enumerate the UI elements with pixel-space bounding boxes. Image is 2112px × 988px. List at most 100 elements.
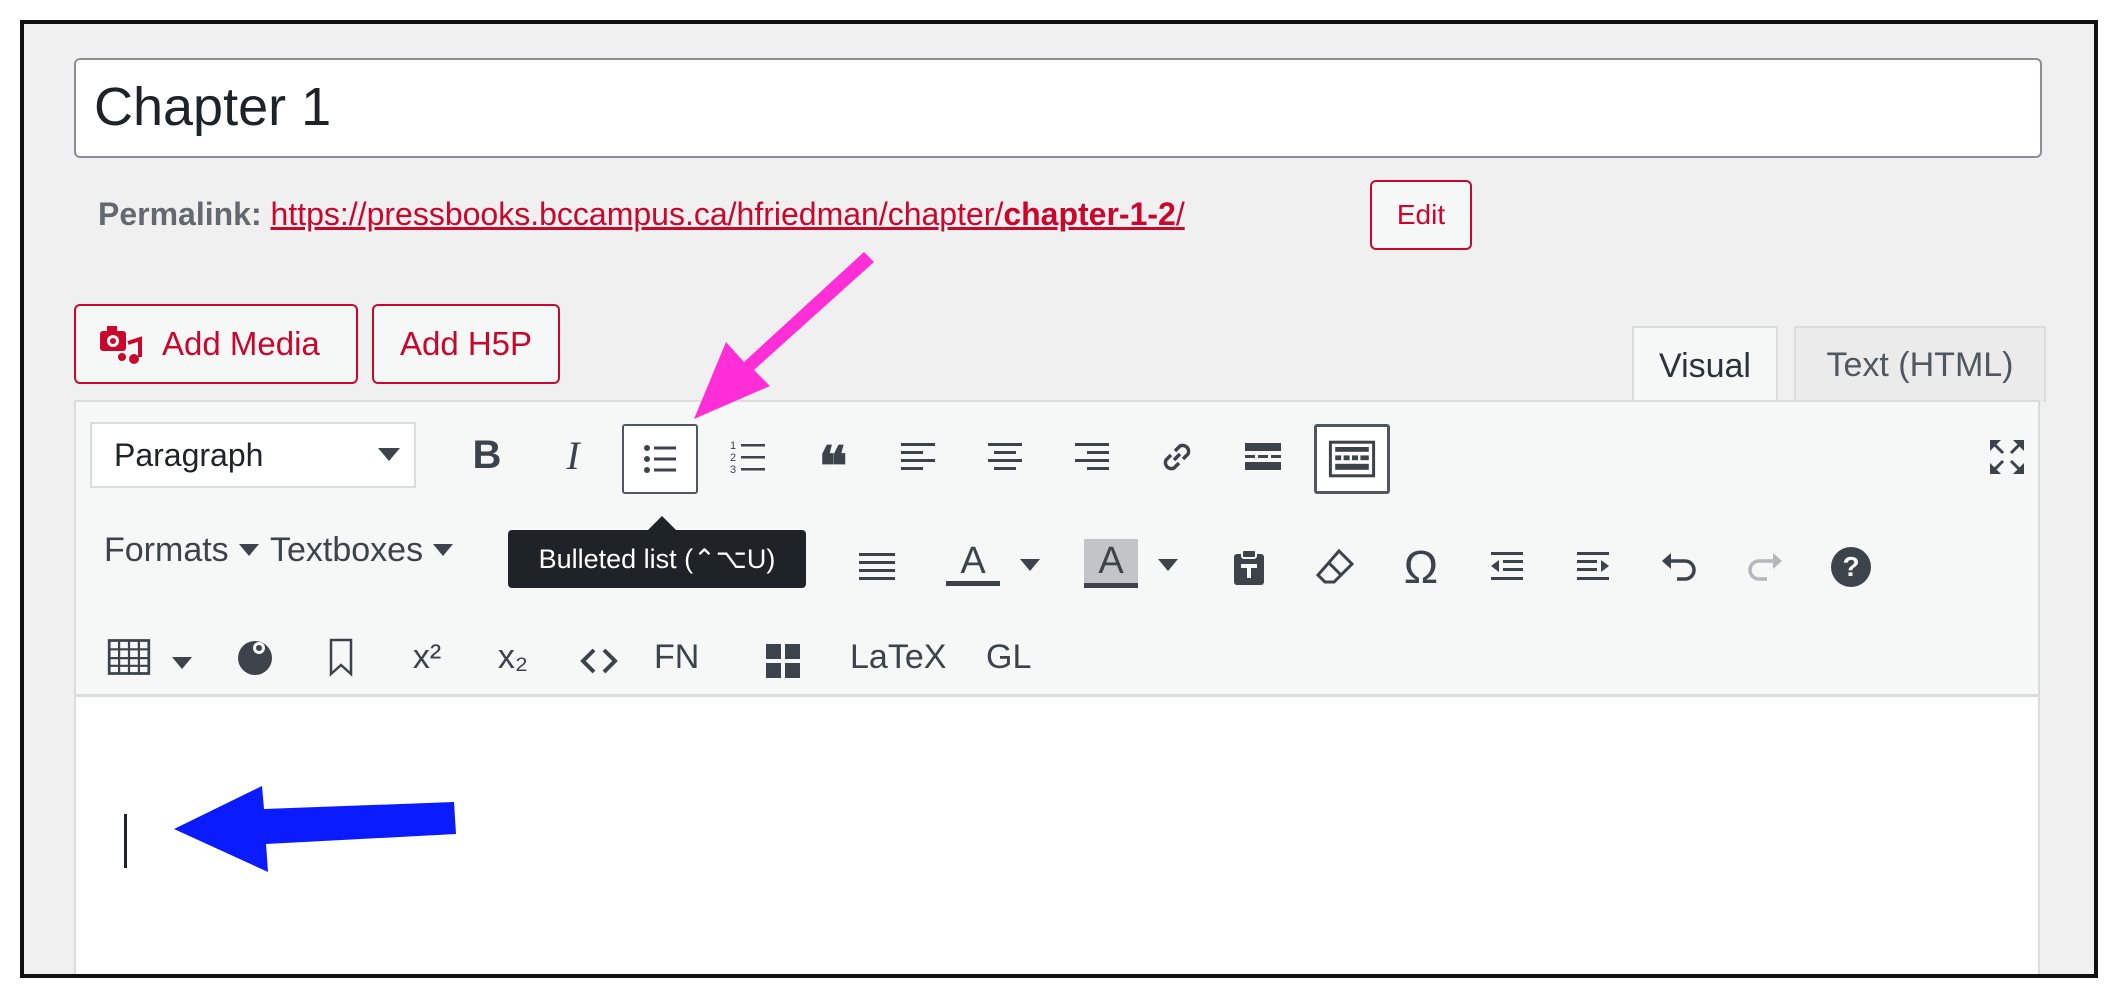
background-color-icon: A <box>1084 538 1138 583</box>
toolbar-toggle-button[interactable] <box>1314 424 1390 494</box>
text-color-swatch <box>946 580 1000 586</box>
add-h5p-button[interactable]: Add H5P <box>372 304 560 384</box>
background-color-swatch <box>1084 582 1138 588</box>
latex-button[interactable]: LaTeX <box>850 628 946 686</box>
tooltip-arrow <box>648 516 676 530</box>
permalink-url-prefix: https://pressbooks.bccampus.ca/hfriedman… <box>270 196 1004 232</box>
svg-text:3: 3 <box>730 464 736 476</box>
textboxes-menu[interactable]: Textboxes <box>270 520 454 580</box>
anchor-button[interactable] <box>312 628 370 686</box>
svg-text:1: 1 <box>730 440 736 452</box>
omega-icon: Ω <box>1403 541 1439 593</box>
undo-button[interactable] <box>1650 538 1708 596</box>
superscript-button[interactable]: x² <box>398 628 456 686</box>
clipboard-icon <box>1234 549 1264 585</box>
bulleted-list-icon <box>644 445 676 473</box>
background-color-dropdown[interactable] <box>1158 558 1178 576</box>
code-icon <box>580 648 618 674</box>
blue-annotation-arrow <box>174 786 456 872</box>
table-button[interactable] <box>100 628 158 686</box>
post-title-text: Chapter 1 <box>94 77 332 137</box>
bold-icon: B <box>472 432 502 477</box>
footnote-label: FN <box>654 637 700 676</box>
clear-formatting-button[interactable] <box>1306 538 1364 596</box>
align-center-icon <box>988 443 1022 470</box>
outdent-button[interactable] <box>1478 538 1536 596</box>
glossary-button[interactable]: GL <box>986 628 1031 686</box>
table-dropdown[interactable] <box>172 656 192 674</box>
align-left-button[interactable] <box>890 428 948 486</box>
fullscreen-icon <box>1990 440 2024 474</box>
bold-button[interactable]: B <box>458 426 516 484</box>
palette-icon <box>238 641 272 675</box>
italic-icon: I <box>566 432 580 478</box>
align-center-button[interactable] <box>976 428 1034 486</box>
chevron-down-icon <box>1020 559 1040 571</box>
quote-icon: ❝ <box>818 436 848 497</box>
bookmark-icon <box>329 638 353 677</box>
format-select[interactable]: Paragraph <box>90 422 416 488</box>
chevron-down-icon <box>378 448 400 461</box>
outdent-icon <box>1491 552 1523 580</box>
svg-text:2: 2 <box>730 452 736 464</box>
table-icon <box>107 639 151 675</box>
edit-permalink-button[interactable]: Edit <box>1370 180 1472 250</box>
chevron-down-icon <box>172 657 192 669</box>
color-picker-button[interactable] <box>226 628 284 686</box>
bulleted-list-tooltip: Bulleted list (⌃⌥U) <box>508 530 806 588</box>
post-title-input[interactable] <box>74 58 2042 158</box>
numbered-list-button[interactable]: 123 <box>720 428 778 486</box>
textboxes-menu-label: Textboxes <box>270 530 424 569</box>
add-media-label: Add Media <box>162 325 320 362</box>
formats-menu[interactable]: Formats <box>104 520 259 580</box>
permalink-label: Permalink: <box>98 196 262 232</box>
permalink-url-suffix: / <box>1175 196 1185 232</box>
redo-button[interactable] <box>1736 538 1794 596</box>
footnote-button[interactable]: FN <box>654 628 699 686</box>
pink-annotation-arrow <box>694 252 874 419</box>
justify-icon <box>859 553 895 580</box>
insert-link-button[interactable] <box>1148 428 1206 486</box>
italic-button[interactable]: I <box>544 426 602 484</box>
permalink: Permalink: https://pressbooks.bccampus.c… <box>98 196 1185 233</box>
undo-icon <box>1662 553 1696 581</box>
keyboard-icon <box>1328 440 1376 478</box>
permalink-slug: chapter-1-2 <box>1003 196 1176 232</box>
chevron-down-icon <box>238 544 259 556</box>
chevron-down-icon <box>433 544 454 556</box>
align-left-icon <box>901 443 935 470</box>
add-media-button[interactable]: Add Media <box>74 304 358 384</box>
help-icon: ? <box>1831 547 1871 587</box>
keyboard-shortcuts-button[interactable]: ? <box>1822 538 1880 596</box>
subscript-button[interactable]: x₂ <box>484 628 542 686</box>
glossary-label: GL <box>986 637 1032 676</box>
read-more-button[interactable] <box>1234 428 1292 486</box>
fullscreen-button[interactable] <box>1978 428 2036 486</box>
align-right-icon <box>1075 443 1109 470</box>
numbered-list-icon: 123 <box>730 440 765 476</box>
paste-as-text-button[interactable] <box>1220 538 1278 596</box>
grid-layout-button[interactable] <box>754 632 812 690</box>
eraser-icon <box>1315 548 1355 584</box>
background-color-button[interactable]: A <box>1082 534 1140 592</box>
align-right-button[interactable] <box>1062 428 1120 486</box>
link-icon <box>1163 443 1191 471</box>
text-color-dropdown[interactable] <box>1020 558 1040 576</box>
blockquote-button[interactable]: ❝ <box>804 428 862 497</box>
tab-visual[interactable]: Visual <box>1632 326 1778 404</box>
superscript-icon: x² <box>412 637 442 676</box>
indent-button[interactable] <box>1564 538 1622 596</box>
text-color-button[interactable]: A <box>944 534 1002 592</box>
code-button[interactable] <box>570 632 628 690</box>
subscript-icon: x₂ <box>497 637 529 676</box>
media-camera-icon <box>98 321 144 367</box>
bulleted-list-button[interactable] <box>622 424 698 494</box>
justify-button[interactable] <box>848 538 906 596</box>
latex-label: LaTeX <box>850 637 947 676</box>
tab-text-html[interactable]: Text (HTML) <box>1794 326 2046 402</box>
redo-icon <box>1748 553 1782 581</box>
permalink-link[interactable]: https://pressbooks.bccampus.ca/hfriedman… <box>271 196 1185 232</box>
special-character-button[interactable]: Ω <box>1392 538 1450 596</box>
text-cursor <box>124 814 127 868</box>
grid-icon <box>766 644 800 678</box>
